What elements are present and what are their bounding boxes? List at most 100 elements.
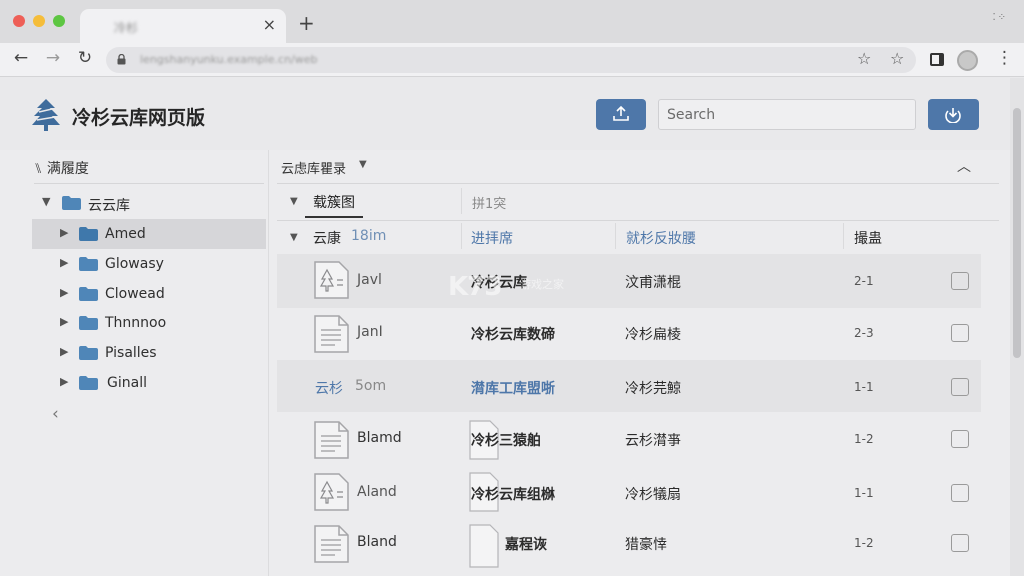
caret-down-icon[interactable]: ▼ [290,232,298,243]
caret-right-icon[interactable]: ▶ [60,256,68,269]
cell-col4: 1-2 [854,432,874,446]
caret-down-icon[interactable]: ▼ [290,196,298,207]
column-header[interactable]: 进拝席 [471,228,513,248]
folder-name: 云杉 [315,381,343,397]
sidebar-item-glowasy[interactable]: ▶ Glowasy [32,249,266,279]
column-divider [461,223,462,249]
cell-col4: 1-1 [854,380,874,394]
tab-search-icon[interactable]: ⁚⁘ [992,12,1008,23]
url-text: lengshanyunku.example.cn/web [140,53,318,66]
cell-col2: 潸库工库盟哳 [471,381,555,397]
tab-secondary[interactable]: 拼1突 [472,193,506,212]
sidebar-item-label: Pisalles [105,345,157,361]
caret-right-icon[interactable]: ▶ [60,226,68,239]
breadcrumb[interactable]: 云虑库瞿录 [281,158,346,177]
download-button[interactable] [928,99,979,130]
column-divider [843,223,844,249]
caret-right-icon[interactable]: ▶ [60,286,68,299]
app-header: 冷杉云库网页版 [0,78,1010,150]
table-row[interactable]: Javl 冷杉云库 汶甫潇棍 2-1 [277,254,981,308]
tree-file-icon [314,261,349,299]
row-checkbox[interactable] [951,430,969,448]
folder-icon [62,196,81,210]
sidebar-header-icon: ⑊ [34,161,47,177]
row-checkbox[interactable] [951,484,969,502]
zoom-window-button[interactable] [53,15,65,27]
table-row[interactable]: Aland 冷杉云库组椕 冷杉犠扇 1-1 [277,466,981,518]
cell-col4: 2-1 [854,274,874,288]
download-circle-icon [945,108,961,123]
search-input[interactable] [658,99,916,130]
cell-col4: 2-3 [854,326,874,340]
extension-star-icon[interactable]: ☆ [890,49,904,68]
bookmark-star-icon[interactable]: ☆ [857,49,871,68]
document-icon [314,421,349,459]
app-window: 冷杉云库网页版 ⑊ 满履度 ▼ 云云库 ▶ Amed [0,78,1024,576]
caret-down-icon[interactable]: ▼ [42,195,50,208]
tab-close-icon[interactable]: × [263,15,276,34]
row-checkbox[interactable] [951,378,969,396]
sidebar-root-label: 云云库 [88,198,130,214]
close-window-button[interactable] [13,15,25,27]
sidebar-item-label: Clowead [105,286,165,302]
table-row[interactable]: Bland 嘉程诙 猎豪悻 1-2 [277,518,981,576]
browser-tab[interactable]: 冷杉 × [80,9,286,43]
watermark-text: 游戏之家 [520,278,564,291]
column-header[interactable]: 撮蛊 [854,228,882,248]
sidebar-root-folder[interactable]: ▼ 云云库 [32,188,266,218]
row-checkbox[interactable] [951,324,969,342]
sidebar-item-label: Ginall [107,375,147,391]
caret-right-icon[interactable]: ▶ [60,315,68,328]
cell-col4: 1-1 [854,486,874,500]
sidebar-item-thnnnoo[interactable]: ▶ Thnnnoo [32,308,266,338]
file-name: Blamd [357,430,402,446]
back-arrow-icon[interactable]: ← [10,48,32,68]
folder-icon [79,227,98,241]
upload-button[interactable] [596,99,646,130]
tab-divider [277,220,999,221]
address-bar[interactable]: lengshanyunku.example.cn/web [106,47,916,73]
sidebar-item-ginall[interactable]: ▶ Ginall [32,368,266,398]
row-checkbox[interactable] [951,272,969,290]
document-icon [314,525,349,563]
breadcrumb-dropdown-icon[interactable]: ▼ [359,159,367,170]
sidebar: ⑊ 满履度 ▼ 云云库 ▶ Amed ▶ Glowasy ▶ Clowead ▶… [0,150,268,576]
column-divider [461,188,462,214]
group-size: 18im [351,228,387,244]
cell-col3: 云杉潸亊 [625,433,681,449]
forward-arrow-icon[interactable]: → [42,48,64,68]
row-checkbox[interactable] [951,534,969,552]
reload-icon[interactable]: ↻ [74,48,96,68]
sidebar-panel-icon[interactable] [930,53,944,66]
table-row[interactable]: Blamd 冷杉三猿舶 云杉潸亊 1-2 [277,412,981,466]
tab-primary[interactable]: 载簇图 [313,192,355,212]
app-title: 冷杉云库网页版 [72,107,206,129]
cell-col3: 汶甫潇棍 [625,275,681,291]
sidebar-item-pisalles[interactable]: ▶ Pisalles [32,338,266,368]
cell-col2: 冷杉三猿舶 [471,433,541,449]
minimize-window-button[interactable] [33,15,45,27]
collapse-sidebar-icon[interactable]: ‹ [52,404,59,424]
table-row[interactable]: 云杉 5om 潸库工库盟哳 冷杉芫鯨 1-1 [277,360,981,412]
new-tab-icon[interactable]: + [298,11,315,35]
column-header[interactable]: 就杉反妝腰 [626,228,696,248]
tree-file-icon [314,473,349,511]
sidebar-item-clowead[interactable]: ▶ Clowead [32,279,266,309]
file-name: Bland [357,534,397,550]
chevron-up-icon[interactable]: ︿ [957,156,971,176]
file-name: Javl [357,272,382,288]
profile-avatar[interactable] [957,50,978,71]
cell-col3: 冷杉芫鯨 [625,381,681,397]
sidebar-item-amed[interactable]: ▶ Amed [32,219,266,249]
cell-col3: 猎豪悻 [625,537,667,553]
caret-right-icon[interactable]: ▶ [60,345,68,358]
sidebar-item-label: Thnnnoo [105,315,167,331]
scrollbar-thumb[interactable] [1013,108,1021,358]
folder-size: 5om [355,378,387,394]
table-row[interactable]: JanI 冷杉云库数碲 冷杉扁棱 2-3 [277,308,981,360]
folder-icon [79,346,98,360]
browser-menu-icon[interactable]: ⋮ [996,48,1013,68]
browser-tab-bar: 冷杉 × + ⁚⁘ [0,0,1024,43]
column-divider [615,223,616,249]
caret-right-icon[interactable]: ▶ [60,375,68,388]
